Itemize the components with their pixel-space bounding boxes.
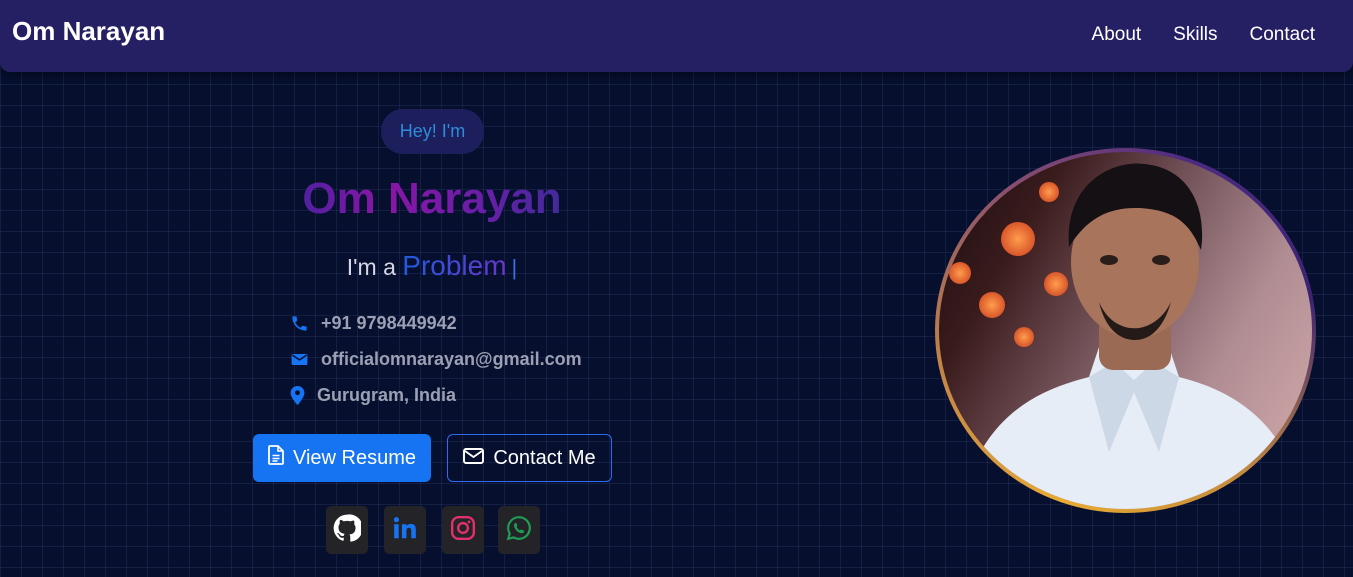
location-text: Gurugram, India (317, 385, 457, 405)
greeting-badge: Hey! I'm (381, 109, 484, 154)
view-resume-button[interactable]: View Resume (253, 434, 431, 482)
hero-tagline: I'm a Problem | (232, 250, 632, 282)
linkedin-link[interactable] (384, 506, 426, 554)
instagram-link[interactable] (442, 506, 484, 554)
nav-link-skills[interactable]: Skills (1173, 24, 1217, 46)
view-resume-label: View Resume (292, 446, 417, 469)
contact-me-label: Contact Me (493, 446, 596, 469)
whatsapp-link[interactable] (498, 506, 540, 554)
hero-name: Om Narayan (232, 174, 632, 224)
envelope-outline-icon (463, 447, 485, 470)
github-icon (333, 513, 363, 547)
whatsapp-icon (506, 515, 532, 546)
phone-number[interactable]: +91 9798449942 (321, 313, 457, 334)
phone-icon (290, 314, 309, 333)
nav-link-about[interactable]: About (1092, 24, 1142, 46)
contact-phone: +91 9798449942 (290, 313, 457, 334)
typing-cursor: | (511, 255, 518, 280)
email-address[interactable]: officialomnarayan@gmail.com (321, 349, 582, 370)
navbar: Om Narayan About Skills Contact (0, 0, 1353, 72)
file-icon (268, 445, 284, 471)
github-link[interactable] (326, 506, 368, 554)
typed-role-text: Problem (402, 250, 507, 281)
brand-logo[interactable]: Om Narayan (12, 16, 165, 47)
envelope-icon (290, 350, 309, 369)
profile-photo (939, 152, 1312, 509)
contact-location: Gurugram, India (290, 385, 456, 406)
contact-email: officialomnarayan@gmail.com (290, 349, 582, 370)
tagline-prefix: I'm a (346, 254, 396, 280)
nav-link-contact[interactable]: Contact (1250, 24, 1315, 46)
linkedin-icon (392, 515, 418, 546)
nav-links: About Skills Contact (1092, 24, 1315, 46)
profile-photo-frame (935, 148, 1316, 513)
contact-me-button[interactable]: Contact Me (447, 434, 612, 482)
instagram-icon (450, 515, 476, 546)
map-pin-icon (290, 386, 305, 405)
